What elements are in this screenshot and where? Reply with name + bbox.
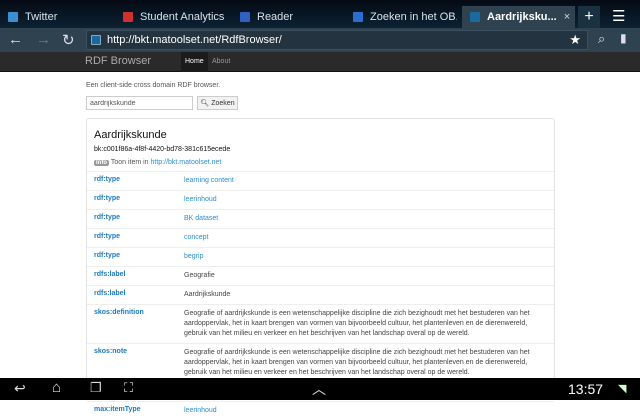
tab-favicon-icon [8,12,18,22]
item-title: Aardrijkskunde [94,129,167,141]
property-value: Geografie of aardrijkskunde is een weten… [184,349,530,376]
wifi-icon: ◥ [618,383,627,395]
property-value-link[interactable]: concept [184,233,547,243]
tab-strip: Twitter Student Analytics ... Reader Zoeken… [0,0,640,28]
property-row: rdf:type leerinhoud [87,190,554,209]
property-key[interactable]: rdf:type [94,252,184,262]
property-key[interactable]: max:itemType [94,406,184,416]
property-key[interactable]: rdfs:label [94,271,184,281]
star-icon[interactable]: ★ [569,32,581,48]
tab-label: Student Analytics ... [140,11,227,23]
tab-favicon-icon [123,12,133,22]
recent-apps-icon[interactable]: ❐ [90,380,102,396]
property-key[interactable]: skos:definition [94,309,184,339]
property-value: Geografie [184,272,215,279]
site-navbar: RDF Browser Home About [0,52,640,72]
property-key[interactable]: rdf:type [94,233,184,243]
property-row: skos:note Geografie of aardrijkskunde is … [87,343,554,382]
search-button-label: Zoeken [211,100,235,107]
property-row: rdf:type learning content [87,171,554,190]
property-key[interactable]: rdf:type [94,176,184,186]
site-icon [91,35,101,45]
property-row: rdfs:label Aardrijkskunde [87,285,554,304]
system-bar: ↩ ⌂ ❐ ⛶ ︿ 13:57 ◥ [0,378,640,400]
tab-label: Aardrijksku... [487,11,557,23]
property-row: rdf:type concept [87,228,554,247]
search-icon: 🔍︎ [200,100,210,107]
info-badge: Info [94,160,109,166]
tab-favicon-icon [240,12,250,22]
tab-favicon-icon [470,12,480,22]
tab-label: Twitter [25,11,58,23]
nav-home[interactable]: Home [181,52,208,72]
property-value-link[interactable]: leerinhoud [184,195,547,205]
property-key[interactable]: skos:note [94,348,184,378]
tab[interactable]: Aardrijksku... × [462,6,575,28]
url-field[interactable]: http://bkt.matoolset.net/RdfBrowser/ ★ [86,30,588,50]
close-tab-icon[interactable]: × [564,11,570,23]
brand[interactable]: RDF Browser [85,55,151,67]
property-key[interactable]: rdfs:label [94,290,184,300]
address-bar: ← → ↻ http://bkt.matoolset.net/RdfBrowse… [0,28,640,52]
search-icon[interactable]: ⌕ [598,31,605,47]
item-card: Aardrijkskunde bk:c001f86a-4f8f-4420-bd7… [86,118,555,414]
property-value-link[interactable]: begrip [184,252,547,262]
bookmarks-icon[interactable]: ▮ [620,31,627,45]
tab[interactable]: Zoeken in het OB... [345,6,457,28]
screenshot-icon[interactable]: ⛶ [124,380,133,396]
chevron-up-icon[interactable]: ︿ [312,379,326,399]
reload-icon[interactable]: ↻ [62,31,75,49]
property-key[interactable]: rdf:type [94,195,184,205]
home-icon[interactable]: ⌂ [52,379,61,396]
property-row: rdf:type begrip [87,247,554,266]
info-line: Info Toon item in http://bkt.matoolset.n… [94,159,221,166]
nav-about[interactable]: About [208,52,234,72]
clock: 13:57 [568,381,604,397]
tab-favicon-icon [353,12,363,22]
info-text: Toon item in [110,159,151,166]
new-tab-button[interactable]: + [578,6,600,28]
property-value-link[interactable]: learning content [184,176,547,186]
property-row: max:itemType leerinhoud [87,401,554,420]
property-value-link[interactable]: leerinhoud [184,406,547,416]
search-button[interactable]: 🔍︎ Zoeken [197,96,238,110]
tab[interactable]: Reader [232,6,337,28]
property-key[interactable]: rdf:type [94,214,184,224]
property-row: rdfs:label Geografie [87,266,554,285]
search-input[interactable] [86,96,193,110]
property-value: Aardrijkskunde [184,291,231,298]
menu-icon[interactable]: ☰ [612,7,625,25]
property-row: rdf:type BK dataset [87,209,554,228]
subtitle: Een client-side cross domain RDF browser… [86,82,221,89]
property-row: skos:definition Geografie of aardrijkskun… [87,304,554,343]
tab[interactable]: Student Analytics ... [115,6,227,28]
back-nav-icon[interactable]: ↩ [14,380,26,397]
item-iri: bk:c001f86a-4f8f-4420-bd78-381c615ecede [94,146,231,153]
url-text: http://bkt.matoolset.net/RdfBrowser/ [107,34,282,46]
back-icon[interactable]: ← [8,31,23,48]
forward-icon[interactable]: → [36,31,51,48]
info-link[interactable]: http://bkt.matoolset.net [151,159,222,166]
tab-label: Reader [257,11,294,23]
tab-label: Zoeken in het OB... [370,11,457,23]
property-value: Geografie of aardrijkskunde is een weten… [184,310,530,337]
tab[interactable]: Twitter [0,6,110,28]
property-value-link[interactable]: BK dataset [184,214,547,224]
